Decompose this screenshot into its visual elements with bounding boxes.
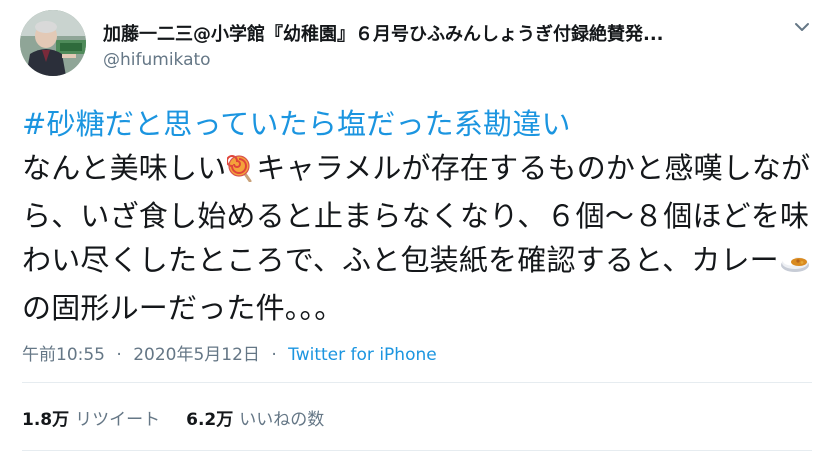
tweet-stats: 1.8万 リツイート 6.2万 いいねの数 <box>22 405 324 430</box>
likes-label: いいねの数 <box>239 410 325 430</box>
divider <box>22 382 812 383</box>
tweet-card: 加藤一二三@小学館『幼稚園』６月号ひふみんしょうぎ付録絶賛発... @hifum… <box>0 0 822 454</box>
likes-stat[interactable]: 6.2万 いいねの数 <box>186 410 324 430</box>
tweet-metadata: 午前10:55 · 2020年5月12日 · Twitter for iPhon… <box>22 340 437 365</box>
meta-separator: · <box>116 345 122 365</box>
meta-separator: · <box>271 345 277 365</box>
likes-count: 6.2万 <box>186 410 234 430</box>
lollipop-icon <box>226 150 255 194</box>
avatar[interactable] <box>20 10 86 76</box>
user-handle[interactable]: @hifumikato <box>103 50 211 70</box>
tweet-text: #砂糖だと思っていたら塩だった系勘違い なんと美味しい キャラメルが存在するもの… <box>22 102 812 330</box>
chevron-down-icon[interactable] <box>793 18 811 36</box>
divider <box>22 450 812 451</box>
tweet-time[interactable]: 午前10:55 <box>22 345 105 365</box>
avatar-photo <box>20 10 86 76</box>
source-link[interactable]: Twitter for iPhone <box>288 345 437 365</box>
tweet-date[interactable]: 2020年5月12日 <box>133 345 260 365</box>
curry-rice-icon <box>780 242 810 286</box>
tweet-text-part-3: の固形ルーだった件。。。 <box>22 291 344 325</box>
hashtag-link[interactable]: #砂糖だと思っていたら塩だった系勘違い <box>22 102 812 146</box>
tweet-text-part-1: なんと美味しい <box>22 151 227 185</box>
retweets-count: 1.8万 <box>22 410 70 430</box>
retweets-stat[interactable]: 1.8万 リツイート <box>22 410 160 430</box>
display-name[interactable]: 加藤一二三@小学館『幼稚園』６月号ひふみんしょうぎ付録絶賛発... <box>103 20 763 46</box>
retweets-label: リツイート <box>75 410 161 430</box>
